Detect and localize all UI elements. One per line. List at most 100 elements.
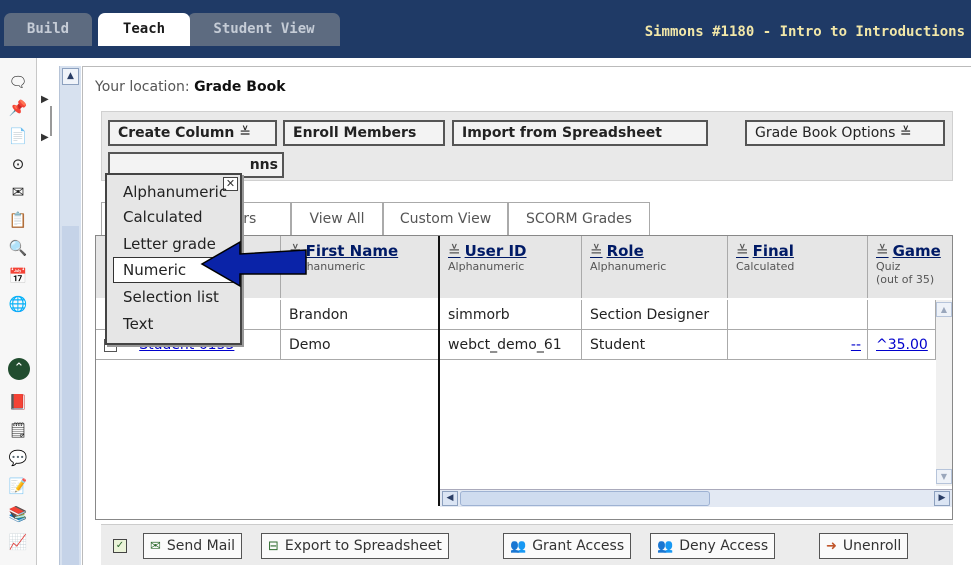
scroll-up-icon[interactable]: ▲ [936, 302, 952, 317]
tab-scorm-grades[interactable]: SCORM Grades [508, 202, 650, 236]
grade-book-options-label: Grade Book Options [755, 125, 896, 141]
mail-icon[interactable]: ✉ [8, 182, 28, 202]
send-mail-button[interactable]: ✉ Send Mail [143, 533, 243, 559]
column-header-final[interactable]: ≚ Final Calculated [728, 236, 868, 298]
table-cell: Student [582, 330, 728, 360]
enroll-members-button[interactable]: Enroll Members [283, 120, 445, 146]
dropdown-icon: ≚ [239, 125, 252, 141]
chart-icon[interactable]: 📈 [8, 532, 28, 552]
column-header-game[interactable]: ≚ Game Quiz (out of 35) [868, 236, 952, 298]
column-type-detail: (out of 35) [876, 273, 935, 286]
deny-access-icon: 👥 [657, 539, 674, 554]
mail-icon: ✉ [150, 539, 161, 554]
tab-student-view[interactable]: Student View [188, 13, 340, 46]
scroll-thumb[interactable] [62, 226, 79, 565]
search-icon[interactable]: 🔍 [8, 238, 28, 258]
column-type: Alphanumeric [289, 260, 366, 273]
pin-icon[interactable]: 📌 [8, 98, 28, 118]
splitter-grip[interactable] [50, 106, 52, 136]
table-cell [868, 300, 936, 330]
top-bar: Build Student View Teach Simmons #1180 -… [0, 0, 971, 58]
deny-label: Deny Access [679, 538, 769, 554]
annotation-arrow-icon [200, 240, 307, 288]
grant-access-button[interactable]: 👥 Grant Access [503, 533, 632, 559]
menu-item-calculated[interactable]: Calculated [113, 204, 237, 230]
sort-icon[interactable]: ≚ [590, 242, 603, 260]
unenroll-label: Unenroll [842, 538, 902, 554]
unenroll-button[interactable]: ➜ Unenroll [819, 533, 909, 559]
tool-scrollbar[interactable]: ▲ [59, 66, 81, 565]
column-header-user-id[interactable]: ≚ User ID Alphanumeric [440, 236, 582, 298]
grant-access-icon: 👥 [510, 539, 527, 554]
menu-item-text[interactable]: Text [113, 311, 237, 337]
scroll-left-icon[interactable]: ◀ [442, 491, 458, 506]
dropdown-icon: ≚ [899, 125, 912, 141]
column-name[interactable]: First Name [306, 242, 399, 260]
cd-icon[interactable]: ⊙ [8, 154, 28, 174]
table-cell: ^35.00 [868, 330, 936, 360]
final-grade-link[interactable]: -- [851, 337, 861, 353]
deny-access-button[interactable]: 👥 Deny Access [650, 533, 776, 559]
grid-horizontal-scrollbar[interactable]: ◀ ▶ [440, 489, 952, 507]
assignment-icon[interactable]: 📝 [8, 476, 28, 496]
column-name[interactable]: User ID [465, 242, 527, 260]
grade-book-options-button[interactable]: Grade Book Options ≚ [745, 120, 945, 146]
grid-vertical-scrollbar[interactable]: ▲ ▼ [936, 300, 952, 486]
scroll-thumb[interactable] [460, 491, 710, 506]
table-cell [728, 300, 868, 330]
breadcrumb: Your location: Grade Book [95, 79, 286, 95]
column-header-role[interactable]: ≚ Role Alphanumeric [582, 236, 728, 298]
book-icon[interactable]: 📕 [8, 392, 28, 412]
column-name[interactable]: Final [753, 242, 794, 260]
location-value: Grade Book [194, 79, 286, 95]
export-spreadsheet-button[interactable]: ⊟ Export to Spreadsheet [261, 533, 449, 559]
tab-custom-view[interactable]: Custom View [383, 202, 508, 236]
column-type: Calculated [736, 260, 795, 273]
send-mail-label: Send Mail [166, 538, 236, 554]
game-grade-link[interactable]: ^35.00 [876, 337, 928, 353]
table-cell: Section Designer [582, 300, 728, 330]
table-cell: webct_demo_61 [440, 330, 582, 360]
menu-item-alphanumeric[interactable]: Alphanumeric [113, 179, 237, 205]
tab-view-all[interactable]: View All [291, 202, 383, 236]
gradebook-icon[interactable]: 📚 [8, 504, 28, 524]
column-name[interactable]: Game [893, 242, 941, 260]
tool-icon-strip: 🗨 📌 📄 ⊙ ✉ 📋 🔍 📅 🌐 ⌃ 📕 🗒 💬 📝 📚 📈 [0, 58, 37, 565]
sort-icon[interactable]: ≚ [736, 242, 749, 260]
globe-icon[interactable]: 🌐 [8, 294, 28, 314]
collapse-up-icon[interactable]: ⌃ [8, 358, 30, 380]
calendar-icon[interactable]: 📅 [8, 266, 28, 286]
create-column-button[interactable]: Create Column ≚ [108, 120, 277, 146]
course-title: Simmons #1180 - Intro to Introductions [644, 24, 965, 40]
import-spreadsheet-button[interactable]: Import from Spreadsheet [452, 120, 708, 146]
sort-icon[interactable]: ≚ [448, 242, 461, 260]
chat-icon[interactable]: 💬 [8, 448, 28, 468]
discussion-icon[interactable]: 🗨 [8, 72, 28, 92]
frozen-column-divider [438, 236, 440, 506]
scroll-down-icon[interactable]: ▼ [936, 469, 952, 484]
panel-splitter[interactable]: ▶ ▶ [37, 58, 59, 565]
expand-right-icon[interactable]: ▶ [41, 94, 49, 105]
table-cell: simmorb [440, 300, 582, 330]
column-type: Alphanumeric [590, 260, 667, 273]
select-all-checkbox[interactable]: ✓ [113, 539, 127, 553]
action-footer: ✓ ✉ Send Mail ⊟ Export to Spreadsheet 👥 Gra… [101, 524, 953, 565]
scroll-up-icon[interactable]: ▲ [62, 68, 79, 85]
document-edit-icon[interactable]: 🗒 [8, 420, 28, 440]
notes-icon[interactable]: 📋 [8, 210, 28, 230]
column-type: Alphanumeric [448, 260, 525, 273]
sort-icon[interactable]: ≚ [876, 242, 889, 260]
export-icon: ⊟ [268, 539, 279, 554]
grade-book-toolbar: Create Column ≚ Enroll Members Import fr… [101, 111, 953, 181]
column-name[interactable]: Role [607, 242, 644, 260]
unenroll-icon: ➜ [826, 539, 837, 554]
column-type: Quiz [876, 260, 901, 273]
expand-right-icon[interactable]: ▶ [41, 132, 49, 143]
create-column-label: Create Column [118, 125, 235, 141]
document-icon[interactable]: 📄 [8, 126, 28, 146]
scroll-right-icon[interactable]: ▶ [934, 491, 950, 506]
export-label: Export to Spreadsheet [284, 538, 442, 554]
grant-label: Grant Access [532, 538, 625, 554]
tab-build[interactable]: Build [4, 13, 92, 46]
tab-teach[interactable]: Teach [98, 13, 190, 46]
